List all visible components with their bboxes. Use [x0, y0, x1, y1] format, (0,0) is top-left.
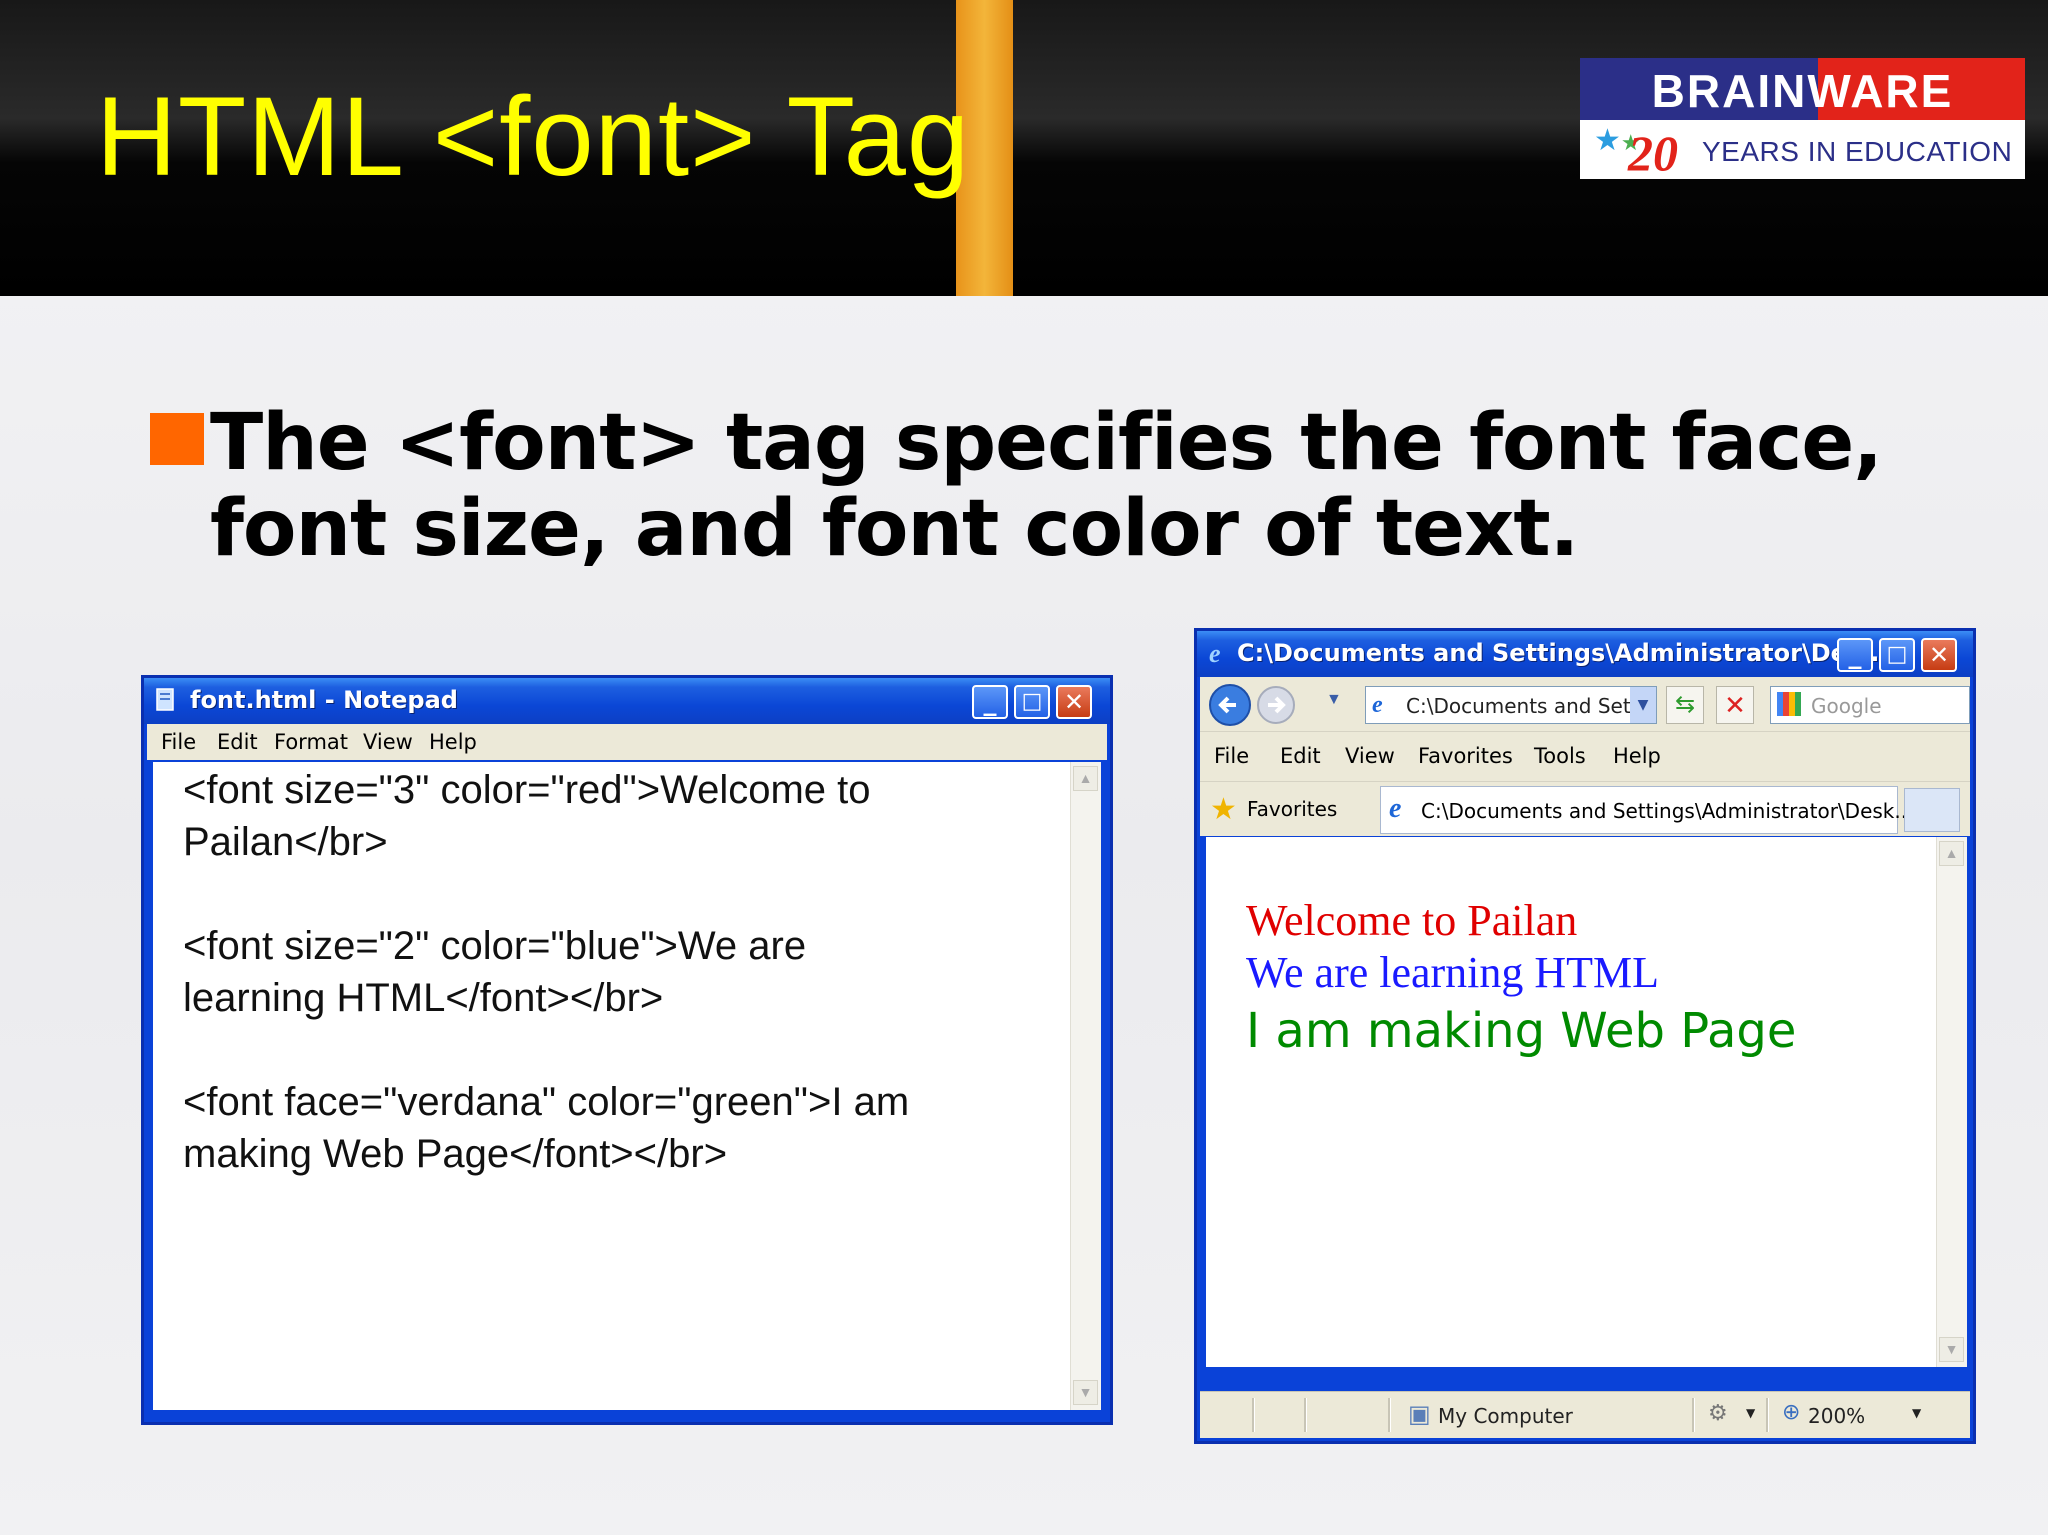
address-bar[interactable]: e C:\Documents and Set ▼: [1365, 686, 1657, 724]
scroll-down-arrow[interactable]: ▼: [1073, 1380, 1098, 1405]
maximize-button[interactable]: □: [1014, 685, 1050, 719]
zoom-icon[interactable]: ⊕: [1782, 1400, 1800, 1425]
code-line: <font size="3" color="red">Welcome to: [183, 768, 871, 812]
close-button[interactable]: ✕: [1056, 685, 1092, 719]
output-green-text: I am making Web Page: [1246, 1003, 1797, 1059]
browser-statusbar: ▣ My Computer ⚙ ▼ ⊕ 200% ▼: [1200, 1391, 1970, 1438]
menu-favorites[interactable]: Favorites: [1418, 744, 1513, 768]
notepad-window: font.html - Notepad _ □ ✕ File Edit Form…: [141, 675, 1113, 1425]
back-icon[interactable]: [1208, 683, 1252, 727]
refresh-button[interactable]: ⇆: [1666, 686, 1704, 724]
scroll-up-arrow[interactable]: ▲: [1073, 766, 1098, 791]
stop-button[interactable]: ✕: [1716, 686, 1754, 724]
browser-content: Welcome to Pailan We are learning HTML I…: [1206, 837, 1967, 1367]
menu-tools[interactable]: Tools: [1534, 744, 1586, 768]
bullet-square: [150, 413, 204, 465]
brainware-logo: BRAINWARE ★★ 20 YEARS IN EDUCATION: [1580, 58, 2025, 181]
menu-format[interactable]: Format: [274, 730, 348, 754]
svg-text:e: e: [1209, 640, 1221, 666]
notepad-icon: [156, 688, 174, 711]
output-blue-text: We are learning HTML: [1246, 948, 1660, 997]
scroll-up-arrow[interactable]: ▲: [1939, 841, 1964, 866]
forward-icon[interactable]: [1256, 685, 1296, 725]
menu-file[interactable]: File: [1214, 744, 1249, 768]
menu-help[interactable]: Help: [429, 730, 477, 754]
code-line: learning HTML</font></br>: [183, 976, 664, 1020]
protected-mode-icon[interactable]: ⚙: [1708, 1401, 1728, 1426]
browser-menubar: File Edit View Favorites Tools Help: [1200, 731, 1970, 782]
browser-titlebar[interactable]: e C:\Documents and Settings\Administrato…: [1197, 631, 1973, 677]
browser-tab[interactable]: e C:\Documents and Settings\Administrato…: [1380, 786, 1913, 834]
notepad-title: font.html - Notepad: [190, 686, 458, 714]
menu-view[interactable]: View: [1345, 744, 1395, 768]
code-line: <font face="verdana" color="green">I am: [183, 1080, 910, 1124]
browser-scrollbar[interactable]: ▲ ▼: [1936, 837, 1967, 1367]
zoom-level[interactable]: 200%: [1808, 1404, 1865, 1428]
slide-title: HTML <font> Tag: [96, 74, 971, 199]
menu-edit[interactable]: Edit: [217, 730, 258, 754]
browser-window: e C:\Documents and Settings\Administrato…: [1194, 628, 1976, 1444]
favorites-star-icon[interactable]: ★: [1210, 792, 1237, 827]
protected-mode-dropdown-icon[interactable]: ▼: [1746, 1406, 1755, 1420]
minimize-button[interactable]: _: [1837, 638, 1873, 672]
search-placeholder: Google: [1811, 694, 1882, 718]
new-tab-button[interactable]: [1904, 788, 1960, 832]
address-dropdown-icon[interactable]: ▼: [1630, 687, 1656, 723]
logo-years-number: 20: [1628, 125, 1678, 181]
logo-brand-text: BRAINWARE: [1651, 65, 1954, 117]
code-line: making Web Page</font></br>: [183, 1132, 728, 1176]
favorites-bar: ★ Favorites e C:\Documents and Settings\…: [1200, 781, 1970, 836]
zoom-dropdown-icon[interactable]: ▼: [1912, 1406, 1921, 1420]
browser-navbar: ▼ e C:\Documents and Set ▼ ⇆ ✕ Google: [1200, 677, 1970, 731]
ie-icon: e: [1209, 640, 1221, 666]
browser-title: C:\Documents and Settings\Administrator\…: [1237, 639, 1889, 667]
notepad-titlebar[interactable]: font.html - Notepad _ □ ✕: [144, 678, 1110, 724]
favorites-label[interactable]: Favorites: [1247, 797, 1337, 821]
tab-title: C:\Documents and Settings\Administrator\…: [1421, 799, 1914, 823]
code-line: <font size="2" color="blue">We are: [183, 924, 807, 968]
output-red-text: Welcome to Pailan: [1246, 896, 1578, 945]
menu-edit[interactable]: Edit: [1280, 744, 1321, 768]
zone-label: My Computer: [1438, 1404, 1573, 1428]
scroll-down-arrow[interactable]: ▼: [1939, 1337, 1964, 1362]
close-button[interactable]: ✕: [1921, 638, 1957, 672]
code-line: Pailan</br>: [183, 820, 388, 864]
google-icon: [1777, 692, 1801, 716]
address-text: C:\Documents and Set: [1406, 694, 1631, 718]
menu-file[interactable]: File: [161, 730, 196, 754]
ie-icon: e: [1389, 793, 1402, 824]
notepad-menubar: File Edit Format View Help: [147, 724, 1107, 760]
page-icon: e: [1372, 692, 1383, 718]
history-dropdown-icon[interactable]: ▼: [1326, 691, 1342, 709]
maximize-button[interactable]: □: [1879, 638, 1915, 672]
bullet-text: The <font> tag specifies the font face, …: [210, 398, 1883, 574]
minimize-button[interactable]: _: [972, 685, 1008, 719]
computer-icon: ▣: [1408, 1400, 1431, 1428]
notepad-text-area[interactable]: <font size="3" color="red">Welcome to Pa…: [153, 762, 1101, 1410]
logo-tagline: YEARS IN EDUCATION: [1702, 136, 2013, 167]
menu-help[interactable]: Help: [1613, 744, 1661, 768]
notepad-scrollbar[interactable]: ▲ ▼: [1070, 762, 1101, 1410]
menu-view[interactable]: View: [363, 730, 413, 754]
search-input[interactable]: Google: [1770, 686, 1970, 724]
logo-tagline-row: ★★ 20 YEARS IN EDUCATION: [1580, 120, 2025, 181]
